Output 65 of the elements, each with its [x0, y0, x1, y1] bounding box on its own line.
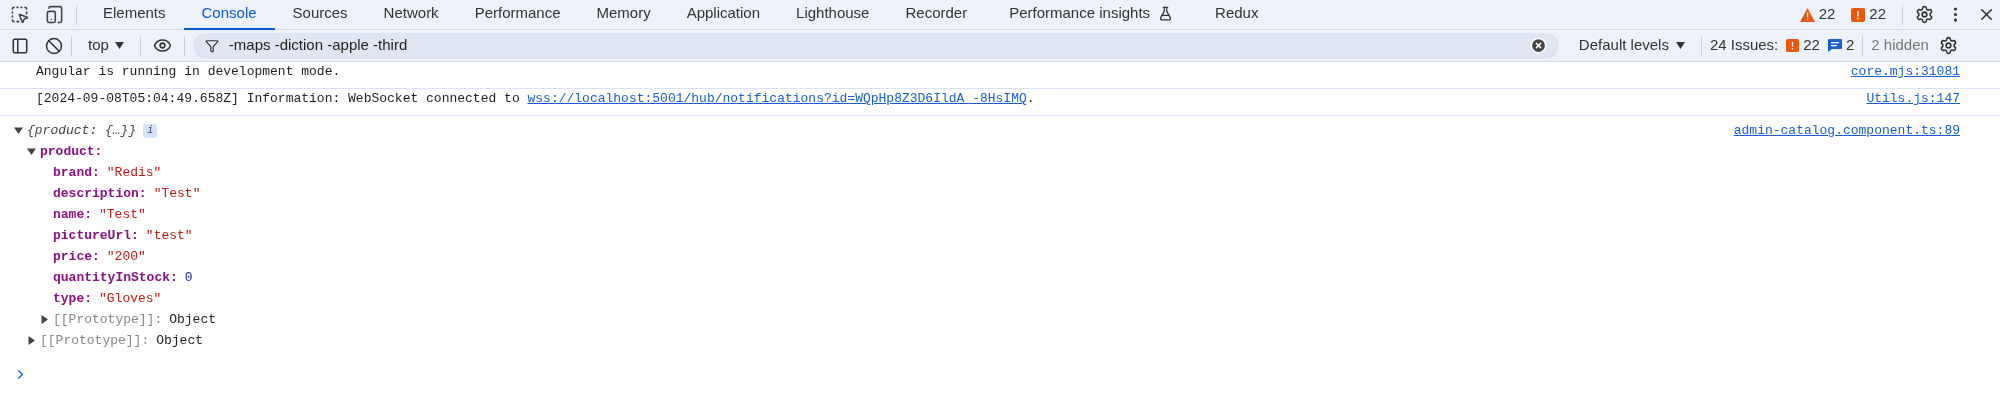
panel-tab[interactable]: Performance [456, 0, 579, 30]
property-key: name: [53, 204, 92, 225]
sidebar-icon[interactable] [11, 36, 29, 55]
property-value: "Test" [153, 184, 201, 203]
filter-icon [204, 38, 219, 53]
panel-tab[interactable]: Network [365, 0, 457, 30]
property-key: [[Prototype]]: [40, 330, 150, 351]
inspect-icon[interactable] [10, 5, 29, 24]
error-icon[interactable] [1851, 7, 1866, 22]
source-link[interactable]: core.mjs:31081 [1850, 62, 1960, 82]
panel-tab[interactable]: Sources [274, 0, 366, 30]
property-key: description: [53, 183, 147, 204]
warning-icon[interactable] [1799, 7, 1815, 22]
issue-info-count[interactable]: 2 [1845, 34, 1855, 57]
eye-icon[interactable] [152, 36, 172, 55]
property-key: type: [53, 288, 92, 309]
collapsed-arrow-icon[interactable] [40, 315, 49, 324]
message-icon[interactable] [1827, 39, 1842, 52]
settings-icon[interactable] [1938, 36, 1958, 55]
issue-error-count[interactable]: 22 [1803, 34, 1820, 57]
panel-tab[interactable]: Performance insights [985, 0, 1198, 30]
caret-icon [1675, 42, 1685, 49]
levels-dropdown[interactable]: Default levels [1570, 34, 1693, 57]
panel-tab[interactable]: Lighthouse [778, 0, 888, 30]
property-value: Object [156, 331, 204, 350]
property-value: "Test" [99, 205, 146, 224]
panel-tab[interactable]: Memory [578, 0, 669, 30]
expanded-arrow-icon[interactable] [27, 147, 36, 156]
clear-filter-icon[interactable] [1529, 37, 1547, 54]
error-count[interactable]: 22 [1869, 3, 1886, 26]
error-icon[interactable] [1786, 39, 1800, 52]
clear-console-icon[interactable] [45, 36, 63, 55]
panel-tab[interactable]: Recorder [887, 0, 986, 30]
context-dropdown[interactable]: top [80, 34, 132, 57]
expanded-arrow-icon[interactable] [14, 126, 23, 135]
source-link[interactable]: Utils.js:147 [1866, 89, 1960, 109]
property-value: Object [169, 310, 217, 329]
hidden-count: 2 hidden [1871, 35, 1929, 56]
collapsed-arrow-icon[interactable] [27, 336, 36, 345]
settings-icon[interactable] [1915, 5, 1934, 24]
panel-tab[interactable]: Elements [85, 0, 184, 30]
panel-tab[interactable]: Application [668, 0, 779, 30]
log-message: [2024-09-08T05:04:49.658Z] Information: WebSocket connected to wss://localhost:5001/hub/notifications?id=WQpHp8Z3D6IldA_-8HsIMQ. [36, 91, 1035, 106]
property-key: quantityInStock: [53, 267, 178, 288]
property-value: "test" [145, 226, 193, 245]
property-value: "Redis" [106, 163, 162, 182]
panel-tab[interactable]: Redux [1197, 0, 1277, 30]
device-icon[interactable] [45, 5, 64, 24]
property-value: "Gloves" [99, 289, 162, 308]
property-key: product: [40, 141, 103, 162]
property-key: pictureUrl: [53, 225, 139, 246]
property-value: "200" [106, 247, 146, 266]
source-link[interactable]: admin-catalog.component.ts:89 [1733, 121, 1960, 141]
issues-label[interactable]: 24 Issues: [1709, 34, 1779, 57]
caret-icon [114, 42, 124, 49]
filter-field[interactable]: -maps -diction -apple -third [192, 32, 1559, 59]
property-key: price: [53, 246, 100, 267]
websocket-link[interactable]: wss://localhost:5001/hub/notifications?id=WQpHp8Z3D6IldA_-8HsIMQ [527, 91, 1027, 106]
property-key: brand: [53, 162, 100, 183]
object-preview[interactable]: {product: {…}} [27, 120, 137, 141]
info-badge[interactable]: i [143, 123, 158, 138]
property-value: 0 [184, 268, 193, 287]
property-key: [[Prototype]]: [53, 309, 163, 330]
warning-count[interactable]: 22 [1818, 3, 1836, 26]
log-message: Angular is running in development mode. [36, 64, 341, 79]
